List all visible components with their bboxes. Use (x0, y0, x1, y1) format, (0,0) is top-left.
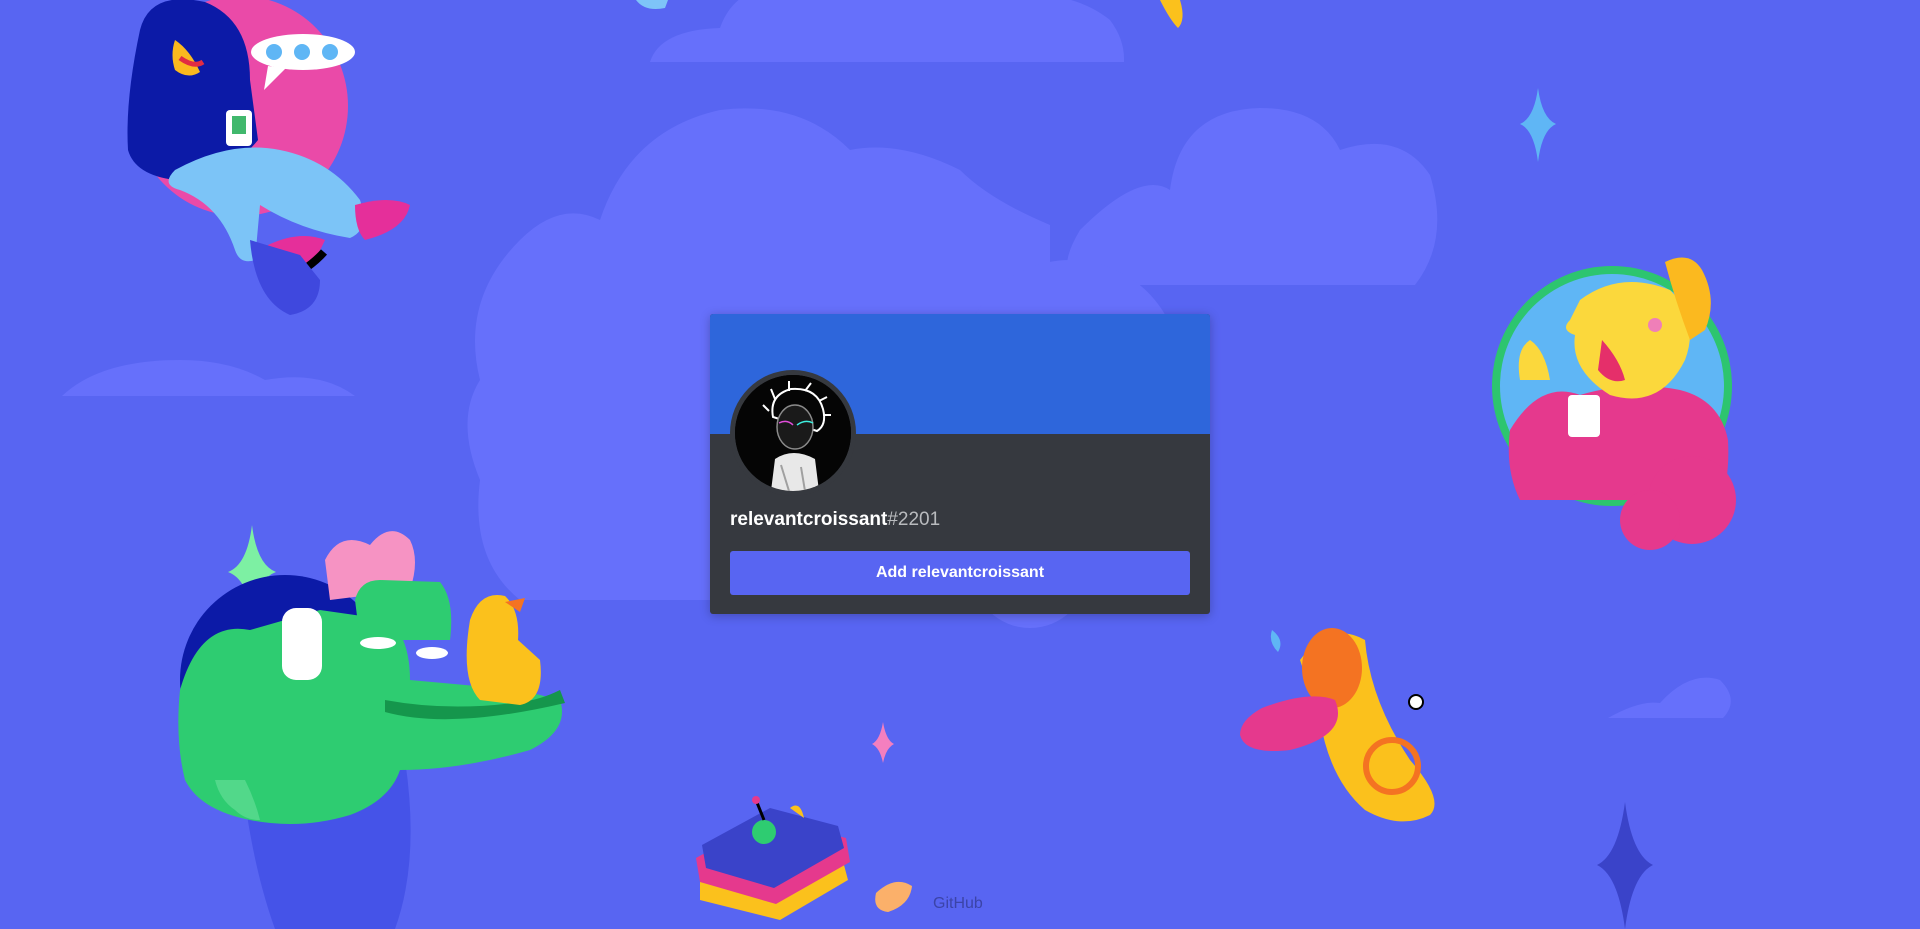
github-link[interactable]: GitHub (933, 895, 983, 913)
sandwich-robot-illustration (696, 796, 912, 920)
username: relevantcroissant (730, 509, 888, 530)
user-profile-card: relevantcroissant#2201 Add relevantcrois… (710, 314, 1210, 614)
green-dinosaur-with-duck-illustration (178, 531, 565, 929)
waving-yellow-character-illustration (1492, 257, 1736, 550)
avatar-frame (730, 370, 856, 496)
gramophone-horn-illustration (1240, 628, 1435, 822)
avatar-image (735, 375, 851, 491)
discriminator: #2201 (887, 509, 941, 530)
person-in-chair-illustration (127, 0, 410, 315)
username-row: relevantcroissant#2201 (730, 508, 940, 532)
add-friend-button[interactable]: Add relevantcroissant (730, 551, 1190, 595)
page-background: relevantcroissant#2201 Add relevantcrois… (0, 0, 1920, 929)
glitch-portrait-avatar[interactable] (735, 375, 851, 491)
